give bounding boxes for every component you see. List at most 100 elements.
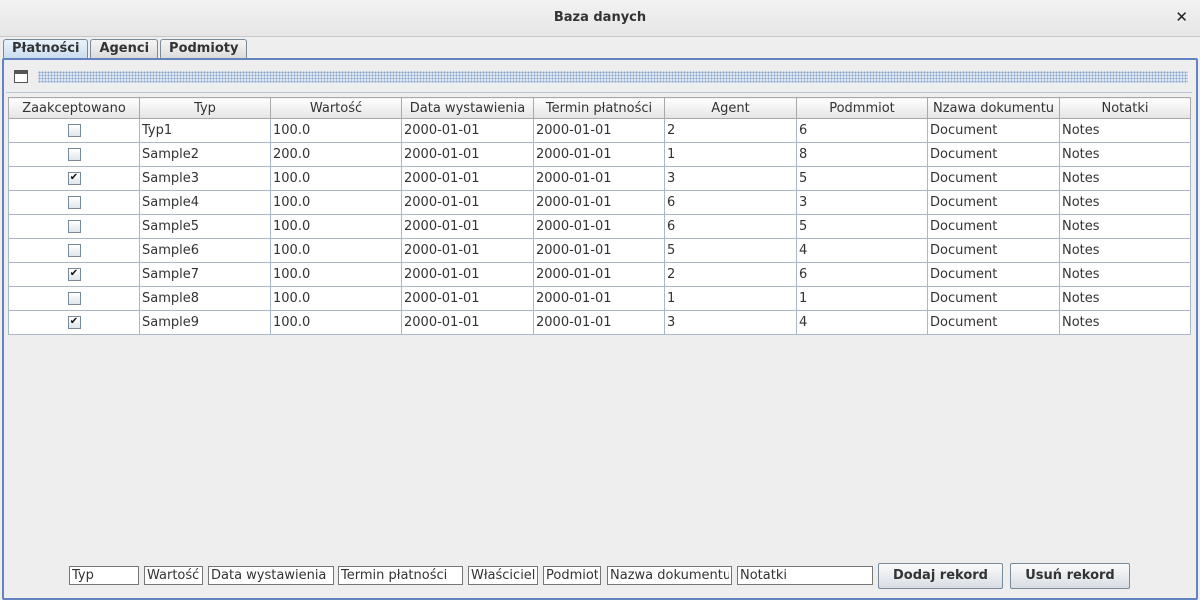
table-cell-data[interactable]: 2000-01-01 (401, 118, 534, 143)
table-cell-data[interactable]: 2000-01-01 (401, 166, 534, 191)
checkbox-checked[interactable]: ✔ (67, 268, 81, 281)
termin-platnosci-input[interactable] (338, 566, 463, 585)
table-cell-typ[interactable]: Sample4 (139, 190, 271, 215)
table-cell-agent[interactable]: 1 (664, 286, 797, 311)
table-cell-agent[interactable]: 3 (664, 310, 797, 335)
table-cell-typ[interactable]: Sample5 (139, 214, 271, 239)
typ-input[interactable] (69, 566, 139, 585)
notatki-input[interactable] (737, 566, 873, 585)
column-header-agent[interactable]: Agent (664, 97, 797, 119)
table-cell-termin[interactable]: 2000-01-01 (533, 262, 665, 287)
nazwa-dokumentu-input[interactable] (607, 566, 732, 585)
table-cell-data[interactable]: 2000-01-01 (401, 262, 534, 287)
table-cell-typ[interactable]: Sample3 (139, 166, 271, 191)
column-header-podmiot[interactable]: Podmmiot (796, 97, 928, 119)
table-cell-typ[interactable]: Sample9 (139, 310, 271, 335)
table-cell-data[interactable]: 2000-01-01 (401, 286, 534, 311)
table-row[interactable]: Sample4 100.0 2000-01-01 2000-01-01 6 3 Docume… (8, 190, 1191, 215)
table-cell-data[interactable]: 2000-01-01 (401, 142, 534, 167)
table-cell-notatki[interactable]: Notes (1059, 190, 1191, 215)
close-icon[interactable]: ✕ (1175, 8, 1188, 26)
table-cell-wartosc[interactable]: 100.0 (270, 118, 402, 143)
drag-handle[interactable] (38, 71, 1188, 83)
column-header-typ[interactable]: Typ (139, 97, 271, 119)
table-cell-dokument[interactable]: Document (927, 238, 1060, 263)
table-cell-agent[interactable]: 1 (664, 142, 797, 167)
checkbox-checked[interactable]: ✔ (67, 172, 81, 185)
table-cell-agent[interactable]: 2 (664, 118, 797, 143)
table-cell-wartosc[interactable]: 100.0 (270, 190, 402, 215)
table-cell-data[interactable]: 2000-01-01 (401, 214, 534, 239)
table-cell-typ[interactable]: Sample2 (139, 142, 271, 167)
table-cell-podmiot[interactable]: 3 (796, 190, 928, 215)
table-cell-wartosc[interactable]: 100.0 (270, 286, 402, 311)
window-icon[interactable] (14, 70, 28, 83)
table-cell-notatki[interactable]: Notes (1059, 238, 1191, 263)
table-cell-agent[interactable]: 6 (664, 214, 797, 239)
table-cell-wartosc[interactable]: 100.0 (270, 214, 402, 239)
table-cell-wartosc[interactable]: 100.0 (270, 238, 402, 263)
table-cell-typ[interactable]: Typ1 (139, 118, 271, 143)
checkbox-unchecked[interactable] (67, 292, 81, 305)
table-cell-data[interactable]: 2000-01-01 (401, 238, 534, 263)
table-cell-notatki[interactable]: Notes (1059, 118, 1191, 143)
table-cell-termin[interactable]: 2000-01-01 (533, 142, 665, 167)
table-cell-dokument[interactable]: Document (927, 166, 1060, 191)
table-cell-typ[interactable]: Sample7 (139, 262, 271, 287)
table-cell-dokument[interactable]: Document (927, 142, 1060, 167)
tab-platnosci[interactable]: Płatności (3, 39, 89, 59)
table-cell-termin[interactable]: 2000-01-01 (533, 286, 665, 311)
data-wystawienia-input[interactable] (208, 566, 334, 585)
table-cell-agent[interactable]: 6 (664, 190, 797, 215)
column-header-wartosc[interactable]: Wartość (270, 97, 402, 119)
table-cell-podmiot[interactable]: 4 (796, 310, 928, 335)
table-cell-termin[interactable]: 2000-01-01 (533, 310, 665, 335)
add-record-button[interactable]: Dodaj rekord (878, 563, 1003, 589)
table-row[interactable]: Sample6 100.0 2000-01-01 2000-01-01 5 4 Docume… (8, 238, 1191, 263)
table-row[interactable]: Sample8 100.0 2000-01-01 2000-01-01 1 1 Docume… (8, 286, 1191, 311)
column-header-termin-platnosci[interactable]: Termin płatności (533, 97, 665, 119)
checkbox-unchecked[interactable] (67, 148, 81, 161)
tab-agenci[interactable]: Agenci (90, 39, 159, 58)
column-header-notatki[interactable]: Notatki (1059, 97, 1191, 119)
wartosc-input[interactable] (144, 566, 203, 585)
table-cell-notatki[interactable]: Notes (1059, 310, 1191, 335)
checkbox-checked[interactable]: ✔ (67, 316, 81, 329)
table-cell-notatki[interactable]: Notes (1059, 262, 1191, 287)
table-cell-agent[interactable]: 3 (664, 166, 797, 191)
table-row[interactable]: ✔ Sample9 100.0 2000-01-01 2000-01-01 3 4 Docum… (8, 310, 1191, 335)
table-cell-podmiot[interactable]: 8 (796, 142, 928, 167)
table-cell-dokument[interactable]: Document (927, 262, 1060, 287)
table-cell-data[interactable]: 2000-01-01 (401, 310, 534, 335)
table-row[interactable]: ✔ Sample7 100.0 2000-01-01 2000-01-01 2 6 Docum… (8, 262, 1191, 287)
table-cell-wartosc[interactable]: 100.0 (270, 166, 402, 191)
table-cell-dokument[interactable]: Document (927, 310, 1060, 335)
table-cell-wartosc[interactable]: 200.0 (270, 142, 402, 167)
table-cell-podmiot[interactable]: 5 (796, 166, 928, 191)
table-cell-notatki[interactable]: Notes (1059, 286, 1191, 311)
table-cell-termin[interactable]: 2000-01-01 (533, 238, 665, 263)
table-cell-dokument[interactable]: Document (927, 286, 1060, 311)
table-cell-wartosc[interactable]: 100.0 (270, 310, 402, 335)
podmiot-input[interactable] (543, 566, 601, 585)
checkbox-unchecked[interactable] (67, 124, 81, 137)
table-row[interactable]: ✔ Sample3 100.0 2000-01-01 2000-01-01 3 5 Docum… (8, 166, 1191, 191)
table-row[interactable]: Typ1 100.0 2000-01-01 2000-01-01 2 6 Document N… (8, 118, 1191, 143)
remove-record-button[interactable]: Usuń rekord (1010, 563, 1130, 589)
table-cell-data[interactable]: 2000-01-01 (401, 190, 534, 215)
table-cell-podmiot[interactable]: 4 (796, 238, 928, 263)
table-cell-termin[interactable]: 2000-01-01 (533, 190, 665, 215)
wlasciciel-input[interactable] (468, 566, 538, 585)
table-cell-podmiot[interactable]: 5 (796, 214, 928, 239)
table-cell-podmiot[interactable]: 1 (796, 286, 928, 311)
checkbox-unchecked[interactable] (67, 244, 81, 257)
column-header-nazwa-dokumentu[interactable]: Nzawa dokumentu (927, 97, 1060, 119)
checkbox-unchecked[interactable] (67, 220, 81, 233)
tab-podmioty[interactable]: Podmioty (160, 39, 248, 58)
table-cell-notatki[interactable]: Notes (1059, 166, 1191, 191)
table-cell-wartosc[interactable]: 100.0 (270, 262, 402, 287)
table-cell-dokument[interactable]: Document (927, 214, 1060, 239)
table-cell-termin[interactable]: 2000-01-01 (533, 118, 665, 143)
table-row[interactable]: Sample2 200.0 2000-01-01 2000-01-01 1 8 Docume… (8, 142, 1191, 167)
table-cell-termin[interactable]: 2000-01-01 (533, 214, 665, 239)
